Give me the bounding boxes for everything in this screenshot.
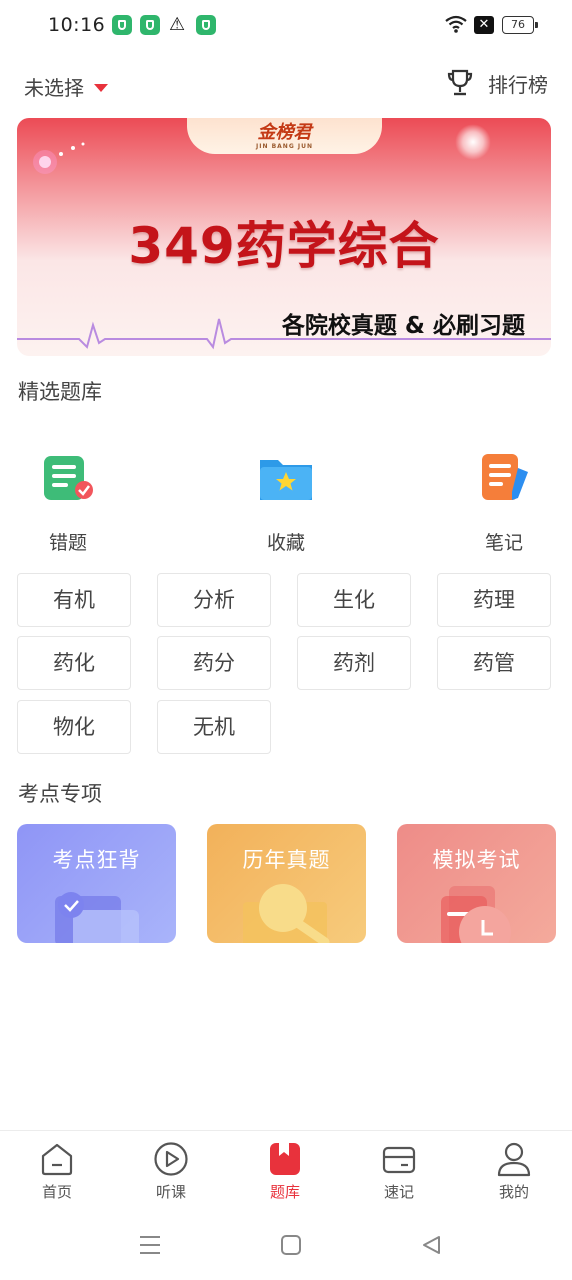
sparkle-decoration [33, 142, 85, 174]
wrong-answers-label: 错题 [48, 532, 87, 554]
nav-profile[interactable]: 我的 [474, 1141, 554, 1202]
clock-paper-icon [441, 886, 511, 943]
warning-icon: ⚠ [169, 14, 186, 35]
nav-profile-label: 我的 [498, 1183, 529, 1201]
status-bar: 10:16 ⚠ ✕ 76 [0, 0, 572, 52]
system-navigation-bar [0, 1212, 572, 1280]
nav-flashcards[interactable]: 速记 [359, 1141, 439, 1202]
subject-chip[interactable]: 药理 [437, 573, 551, 627]
favorites-entry[interactable]: 收藏 [236, 448, 336, 555]
play-icon [153, 1141, 189, 1177]
past-exams-card[interactable]: 历年真题 [207, 824, 366, 943]
trophy-icon [447, 69, 473, 96]
back-triangle-icon[interactable] [420, 1234, 442, 1256]
caret-down-icon [94, 84, 108, 92]
special-section-title: 考点专项 [18, 782, 102, 806]
subject-selector-label: 未选择 [24, 76, 84, 100]
bottom-navigation: 首页 听课 题库 速记 我的 [0, 1130, 572, 1212]
status-time: 10:16 [48, 14, 106, 36]
checked-folder-icon [55, 892, 139, 943]
ranking-button[interactable]: 排行榜 [446, 68, 548, 98]
shield-notification-icon [140, 15, 160, 35]
shield-notification-icon-2 [196, 15, 216, 35]
card-icon [381, 1141, 417, 1177]
light-flare-decoration [455, 124, 491, 160]
nav-lectures-label: 听课 [155, 1183, 186, 1201]
brand-name: 金榜君 [257, 122, 312, 143]
wifi-icon [445, 15, 467, 33]
key-points-card[interactable]: 考点狂背 [17, 824, 176, 943]
question-bank-icon [267, 1141, 303, 1177]
subject-chip[interactable]: 无机 [157, 700, 271, 754]
app-notification-icon [112, 15, 132, 35]
promo-banner[interactable]: 金榜君 JIN BANG JUN 349药学综合 各院校真题 & 必刷习题 [17, 118, 551, 356]
favorites-label: 收藏 [266, 532, 305, 554]
nav-question-bank-label: 题库 [269, 1183, 300, 1201]
top-header: 未选择 排行榜 [0, 62, 572, 106]
profile-icon [496, 1141, 532, 1177]
subject-chip[interactable]: 生化 [297, 573, 411, 627]
menu-icon[interactable] [138, 1234, 162, 1256]
banner-title: 349药学综合 [128, 217, 440, 275]
favorites-folder-icon [256, 448, 316, 508]
battery-indicator: 76 [502, 16, 538, 34]
subject-chip[interactable]: 物化 [17, 700, 131, 754]
subject-chip[interactable]: 有机 [17, 573, 131, 627]
featured-section-title: 精选题库 [18, 380, 102, 404]
brand-logo: 金榜君 JIN BANG JUN [187, 118, 382, 154]
notes-label: 笔记 [484, 532, 523, 554]
nav-home[interactable]: 首页 [17, 1141, 97, 1202]
notes-icon [474, 448, 534, 508]
no-sim-icon: ✕ [474, 16, 494, 34]
home-square-icon[interactable] [280, 1234, 302, 1256]
nav-home-label: 首页 [41, 1183, 72, 1201]
notes-entry[interactable]: 笔记 [454, 448, 554, 555]
subject-chip[interactable]: 分析 [157, 573, 271, 627]
subject-chip[interactable]: 药剂 [297, 636, 411, 690]
nav-flashcards-label: 速记 [383, 1183, 414, 1201]
banner-subtitle: 各院校真题 & 必刷习题 [281, 313, 525, 339]
subject-chip[interactable]: 药化 [17, 636, 131, 690]
subject-chip[interactable]: 药分 [157, 636, 271, 690]
wrong-answers-entry[interactable]: 错题 [18, 448, 118, 555]
wrong-answers-icon [38, 448, 98, 508]
subject-chip[interactable]: 药管 [437, 636, 551, 690]
brand-subtitle: JIN BANG JUN [256, 143, 313, 150]
home-icon [39, 1141, 75, 1177]
mock-exam-card[interactable]: 模拟考试 [397, 824, 556, 943]
magnifier-icon [243, 884, 330, 943]
subject-selector[interactable]: 未选择 [24, 72, 108, 101]
nav-question-bank[interactable]: 题库 [245, 1141, 325, 1202]
ranking-label: 排行榜 [488, 72, 548, 97]
nav-lectures[interactable]: 听课 [131, 1141, 211, 1202]
